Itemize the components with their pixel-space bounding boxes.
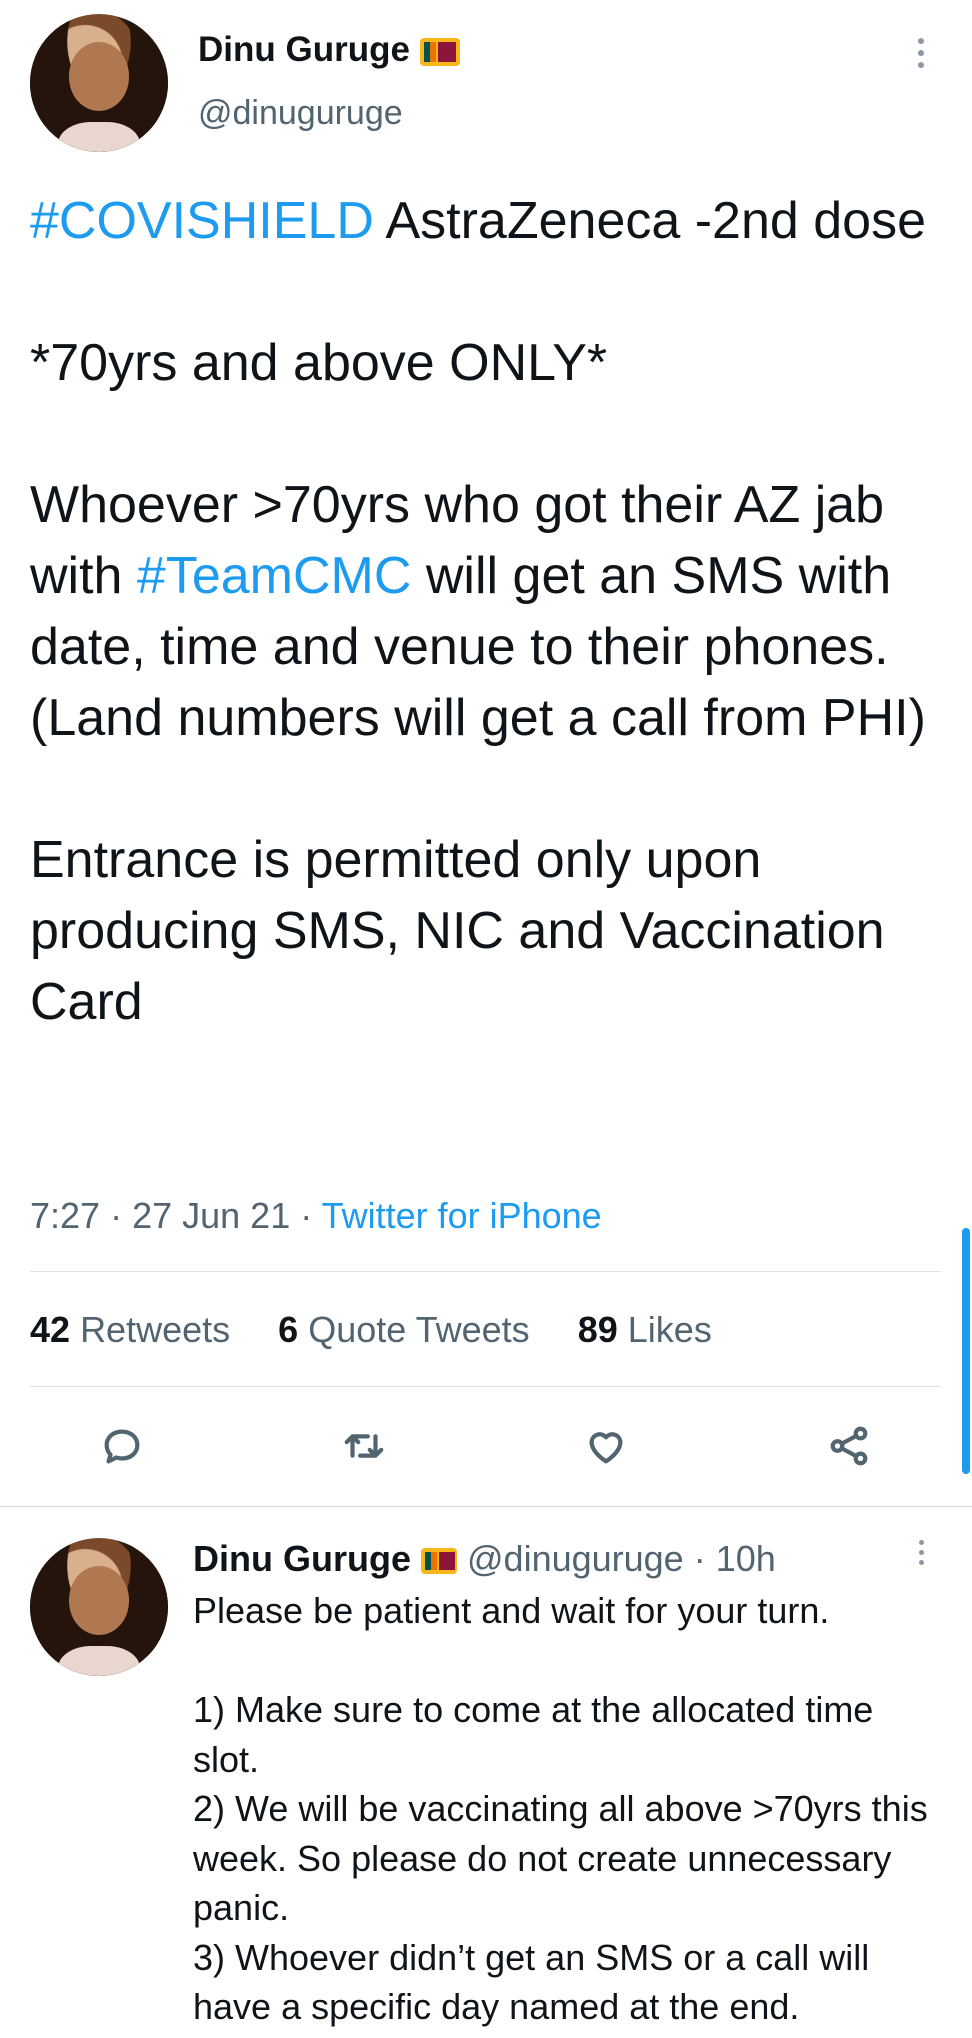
tweet-text: #COVISHIELD AstraZeneca -2nd dose *70yrs… bbox=[30, 186, 946, 1038]
tweet-date[interactable]: 27 Jun 21 bbox=[132, 1195, 290, 1236]
author-name-row[interactable]: Dinu Guruge bbox=[198, 30, 460, 70]
quote-tweets-stat[interactable]: 6 Quote Tweets bbox=[278, 1309, 530, 1350]
likes-stat[interactable]: 89 Likes bbox=[578, 1309, 712, 1350]
tweet-line-2: *70yrs and above ONLY* bbox=[30, 334, 608, 392]
reply-author-name[interactable]: Dinu Guruge bbox=[193, 1538, 411, 1579]
hashtag-teamcmc[interactable]: #TeamCMC bbox=[137, 547, 412, 605]
section-divider bbox=[0, 1506, 972, 1507]
more-options-icon[interactable] bbox=[911, 38, 931, 68]
reply-text: Please be patient and wait for your turn… bbox=[193, 1586, 933, 2032]
tweet-paragraph-3: Whoever >70yrs who got their AZ jab with… bbox=[30, 476, 926, 747]
sri-lanka-flag-icon bbox=[419, 37, 460, 66]
scrollbar-thumb[interactable] bbox=[962, 1228, 970, 1474]
reply-header: Dinu Guruge @dinuguruge · 10h bbox=[193, 1538, 776, 1579]
reply-item-2: 2) We will be vaccinating all above >70y… bbox=[193, 1788, 928, 1928]
author-avatar[interactable] bbox=[30, 14, 168, 152]
divider-bottom bbox=[30, 1386, 941, 1387]
retweet-button[interactable] bbox=[336, 1418, 392, 1474]
sri-lanka-flag-icon bbox=[421, 1548, 457, 1575]
divider-top bbox=[30, 1271, 941, 1272]
reply-author-avatar[interactable] bbox=[30, 1538, 168, 1676]
heart-icon bbox=[589, 1432, 623, 1464]
reply-icon bbox=[104, 1429, 140, 1464]
reply-button[interactable] bbox=[94, 1418, 150, 1474]
reply-item-3: 3) Whoever didn’t get an SMS or a call w… bbox=[193, 1936, 870, 2028]
reply-item-1: 1) Make sure to come at the allocated ti… bbox=[193, 1689, 874, 1780]
share-button[interactable] bbox=[821, 1418, 877, 1474]
reply-more-options-icon[interactable] bbox=[911, 1540, 931, 1565]
retweet-icon bbox=[344, 1434, 384, 1458]
hashtag-covishield[interactable]: #COVISHIELD bbox=[30, 192, 374, 250]
reply-handle[interactable]: @dinuguruge bbox=[467, 1538, 684, 1579]
tweet-stats: 42 Retweets 6 Quote Tweets 89 Likes bbox=[30, 1309, 712, 1351]
reply-time[interactable]: 10h bbox=[716, 1538, 776, 1579]
tweet-time[interactable]: 7:27 bbox=[30, 1195, 100, 1236]
tweet-meta: 7:27 · 27 Jun 21 · Twitter for iPhone bbox=[30, 1195, 602, 1236]
tweet-line-1: #COVISHIELD AstraZeneca -2nd dose bbox=[30, 192, 927, 250]
author-handle[interactable]: @dinuguruge bbox=[198, 94, 403, 133]
author-name: Dinu Guruge bbox=[198, 30, 410, 69]
reply-line-1: Please be patient and wait for your turn… bbox=[193, 1590, 830, 1631]
retweets-stat[interactable]: 42 Retweets bbox=[30, 1309, 230, 1350]
tweet-paragraph-4: Entrance is permitted only upon producin… bbox=[30, 831, 885, 1031]
share-icon bbox=[830, 1426, 868, 1466]
like-button[interactable] bbox=[578, 1418, 634, 1474]
tweet-source[interactable]: Twitter for iPhone bbox=[322, 1195, 602, 1236]
